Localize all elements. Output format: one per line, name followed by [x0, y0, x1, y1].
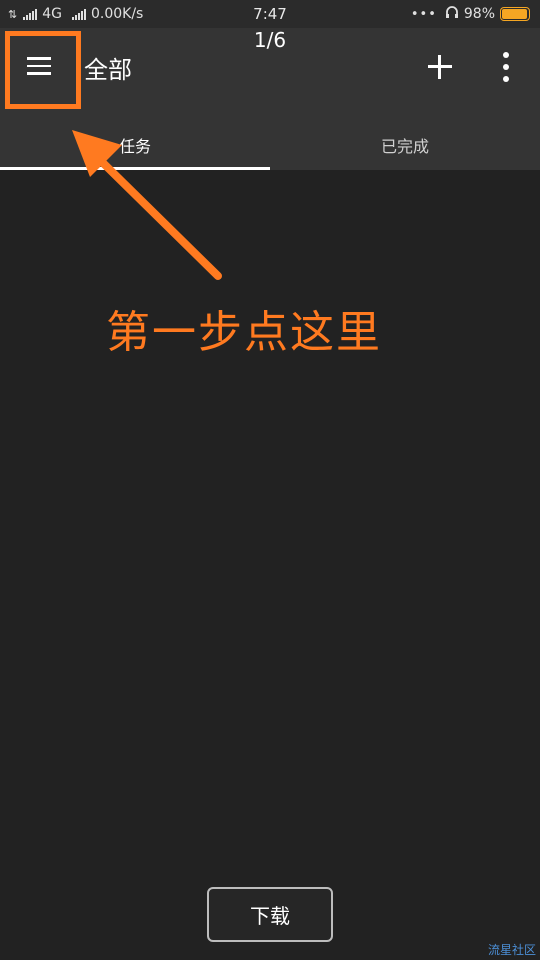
tab-tasks[interactable]: 任务: [0, 120, 270, 170]
more-notifications-icon: •••: [410, 6, 437, 22]
plus-icon[interactable]: [426, 53, 454, 81]
tab-completed[interactable]: 已完成: [270, 120, 540, 170]
status-right: ••• 98%: [411, 5, 530, 23]
tab-bar: 任务 已完成: [0, 120, 540, 170]
annotation-highlight-box: [5, 31, 81, 109]
page-counter: 1/6: [253, 28, 287, 52]
battery-icon: [500, 7, 530, 21]
headphones-icon: [445, 5, 459, 23]
app-screen: ⇅ 4G 0.00K/s 7:47 ••• 98% 1/6 全部 任务 已完成: [0, 0, 540, 960]
more-vertical-icon[interactable]: [496, 52, 516, 82]
download-button[interactable]: 下载: [207, 887, 333, 942]
app-bar: 1/6 全部 任务 已完成: [0, 28, 540, 170]
watermark: 流星社区: [487, 943, 536, 957]
page-title: 全部: [84, 56, 132, 84]
battery-fill: [502, 9, 527, 19]
status-bar: ⇅ 4G 0.00K/s 7:47 ••• 98%: [0, 0, 540, 28]
annotation-text: 第一步点这里: [106, 307, 382, 358]
battery-percent: 98%: [463, 6, 495, 22]
